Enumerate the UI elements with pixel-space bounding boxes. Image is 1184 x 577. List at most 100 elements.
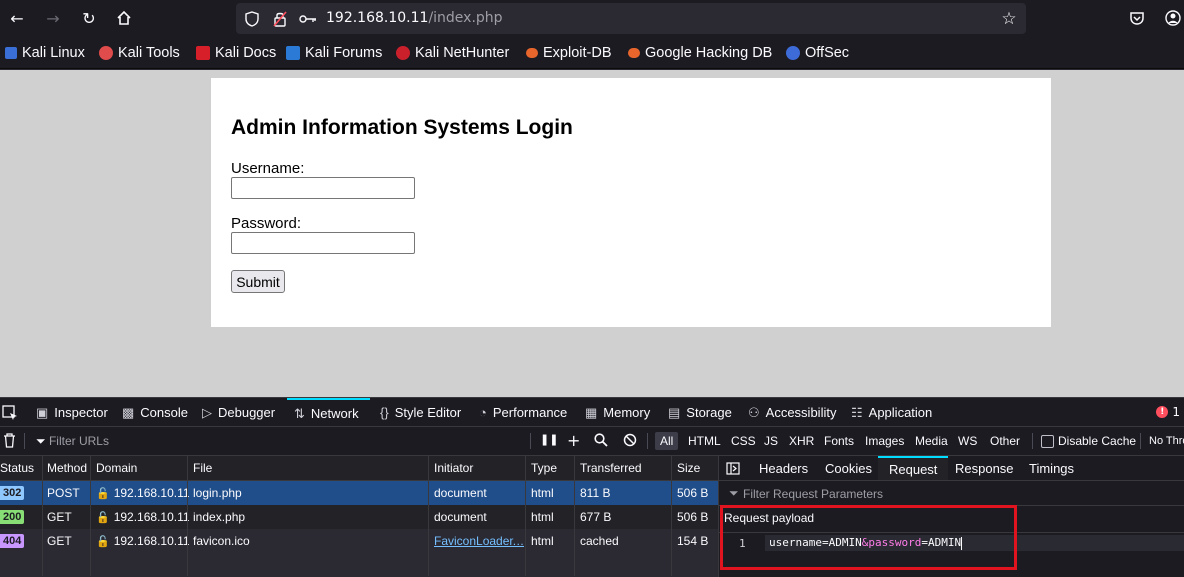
tab-console[interactable]: ▩ Console xyxy=(122,398,188,427)
bookmark-exploit-db[interactable]: Exploit-DB xyxy=(526,45,612,61)
method-cell: POST xyxy=(47,486,80,500)
plus-icon[interactable]: + xyxy=(567,431,580,450)
type-cell: html xyxy=(531,510,554,524)
filter-type-css[interactable]: CSS xyxy=(726,432,761,450)
column-domain[interactable]: Domain xyxy=(96,461,137,475)
domain-cell: 🔓 192.168.10.11 xyxy=(96,534,190,548)
transferred-cell: cached xyxy=(580,534,619,548)
tab-accessibility[interactable]: ⚇ Accessibility xyxy=(748,398,836,427)
bookmark-kali-docs[interactable]: Kali Docs xyxy=(196,45,276,61)
application-icon: ☷ xyxy=(851,404,863,420)
filter-type-fonts[interactable]: Fonts xyxy=(819,432,859,450)
insecure-lock-icon[interactable] xyxy=(271,10,289,28)
shield-icon[interactable] xyxy=(243,10,261,28)
filter-type-media[interactable]: Media xyxy=(910,432,953,450)
account-icon[interactable] xyxy=(1161,6,1184,30)
devtools-tabbar: ▣ Inspector ▩ Console ▷ Debugger ⇅ Network {… xyxy=(0,397,1184,427)
initiator-link[interactable]: FaviconLoader.… xyxy=(434,534,524,548)
bookmarks-toolbar: Kali Linux Kali Tools Kali Docs Kali For… xyxy=(0,38,1184,69)
page-viewport: Admin Information Systems Login Username… xyxy=(0,70,1184,397)
filter-type-html[interactable]: HTML xyxy=(683,432,726,450)
bookmark-google-hacking-db[interactable]: Google Hacking DB xyxy=(628,45,772,61)
nethunter-icon xyxy=(396,46,410,60)
tab-performance[interactable]: ◔ Performance xyxy=(479,398,567,427)
file-cell: favicon.ico xyxy=(193,534,250,548)
tab-label: Memory xyxy=(603,405,651,420)
filter-type-all[interactable]: All xyxy=(655,432,679,450)
column-method[interactable]: Method xyxy=(47,461,87,475)
tab-response[interactable]: Response xyxy=(955,456,1014,480)
error-icon: ! xyxy=(1156,406,1169,418)
filter-type-ws[interactable]: WS xyxy=(953,432,982,450)
url-bar[interactable]: 192.168.10.11/index.php ☆ xyxy=(236,3,1026,34)
search-icon[interactable] xyxy=(594,433,608,451)
home-icon[interactable] xyxy=(112,6,136,30)
column-file[interactable]: File xyxy=(193,461,212,475)
page-title: Admin Information Systems Login xyxy=(231,116,573,139)
column-type[interactable]: Type xyxy=(531,461,557,475)
pause-icon[interactable]: ❚❚ xyxy=(540,433,558,446)
performance-icon: ◔ xyxy=(479,405,487,420)
table-row[interactable]: 404 GET 🔓 192.168.10.11 favicon.ico Favic… xyxy=(0,529,718,553)
bookmark-star-icon[interactable]: ☆ xyxy=(1000,9,1018,29)
column-divider xyxy=(428,456,429,576)
trash-icon[interactable] xyxy=(3,433,16,452)
tab-label: Console xyxy=(140,405,188,420)
tab-application[interactable]: ☷ Application xyxy=(851,398,932,427)
column-size[interactable]: Size xyxy=(677,461,700,475)
url-text[interactable]: 192.168.10.11/index.php xyxy=(326,10,503,26)
filter-type-js[interactable]: JS xyxy=(759,432,783,450)
tab-storage[interactable]: ▤ Storage xyxy=(668,398,732,427)
bookmark-kali-forums[interactable]: Kali Forums xyxy=(286,45,382,61)
filter-type-xhr[interactable]: XHR xyxy=(784,432,819,450)
bookmark-kali-nethunter[interactable]: Kali NetHunter xyxy=(396,45,509,61)
tab-inspector[interactable]: ▣ Inspector xyxy=(36,398,108,427)
pick-element-icon[interactable] xyxy=(2,398,18,427)
tab-timings[interactable]: Timings xyxy=(1029,456,1074,480)
column-initiator[interactable]: Initiator xyxy=(434,461,473,475)
bookmark-kali-tools[interactable]: Kali Tools xyxy=(99,45,180,61)
bookmark-offsec[interactable]: OffSec xyxy=(786,45,849,61)
block-icon[interactable] xyxy=(623,433,637,451)
storage-icon: ▤ xyxy=(668,404,681,420)
file-cell: login.php xyxy=(193,486,242,500)
back-arrow-icon[interactable]: ← xyxy=(5,6,29,30)
tab-label: Inspector xyxy=(54,405,108,420)
password-input[interactable] xyxy=(231,232,415,254)
transferred-cell: 677 B xyxy=(580,510,612,524)
filter-params-input[interactable]: ⏷ Filter Request Parameters xyxy=(719,481,1184,506)
tab-headers[interactable]: Headers xyxy=(759,456,808,480)
bookmark-kali-linux[interactable]: Kali Linux xyxy=(5,45,85,61)
memory-icon: ▦ xyxy=(585,404,598,420)
throttling-select[interactable]: No Thro xyxy=(1149,435,1184,447)
domain-cell: 🔓 192.168.10.11 xyxy=(96,486,190,500)
submit-button[interactable]: Submit xyxy=(231,270,285,293)
error-count-badge[interactable]: ! 1 xyxy=(1156,405,1180,419)
table-row[interactable]: 200 GET 🔓 192.168.10.11 index.php documen… xyxy=(0,505,718,529)
tab-cookies[interactable]: Cookies xyxy=(825,456,872,480)
error-count: 1 xyxy=(1172,405,1180,419)
username-input[interactable] xyxy=(231,177,415,199)
tab-network[interactable]: ⇅ Network xyxy=(287,398,370,427)
filter-type-images[interactable]: Images xyxy=(860,432,909,450)
column-divider xyxy=(42,456,43,576)
table-row[interactable]: 302 POST 🔓 192.168.10.11 login.php docume… xyxy=(0,481,718,505)
pocket-icon[interactable] xyxy=(1125,6,1149,30)
tab-label: Debugger xyxy=(218,405,276,420)
key-icon[interactable] xyxy=(299,10,317,28)
disable-cache-label: Disable Cache xyxy=(1058,434,1137,448)
toggle-sidebar-icon[interactable] xyxy=(726,456,740,480)
kali-dragon-icon xyxy=(5,47,17,59)
forward-arrow-icon[interactable]: → xyxy=(41,6,65,30)
disable-cache-checkbox[interactable] xyxy=(1041,435,1054,448)
tab-debugger[interactable]: ▷ Debugger xyxy=(202,398,275,427)
column-status[interactable]: Status xyxy=(0,461,34,475)
column-transferred[interactable]: Transferred xyxy=(580,461,642,475)
tab-style-editor[interactable]: {} Style Editor xyxy=(380,398,461,427)
filter-urls-input[interactable]: ⏷ Filter URLs xyxy=(36,434,109,449)
style-editor-icon: {} xyxy=(380,405,389,420)
reload-icon[interactable]: ↻ xyxy=(77,6,101,30)
tab-memory[interactable]: ▦ Memory xyxy=(585,398,650,427)
tab-request[interactable]: Request xyxy=(878,456,949,480)
filter-type-other[interactable]: Other xyxy=(985,432,1025,450)
